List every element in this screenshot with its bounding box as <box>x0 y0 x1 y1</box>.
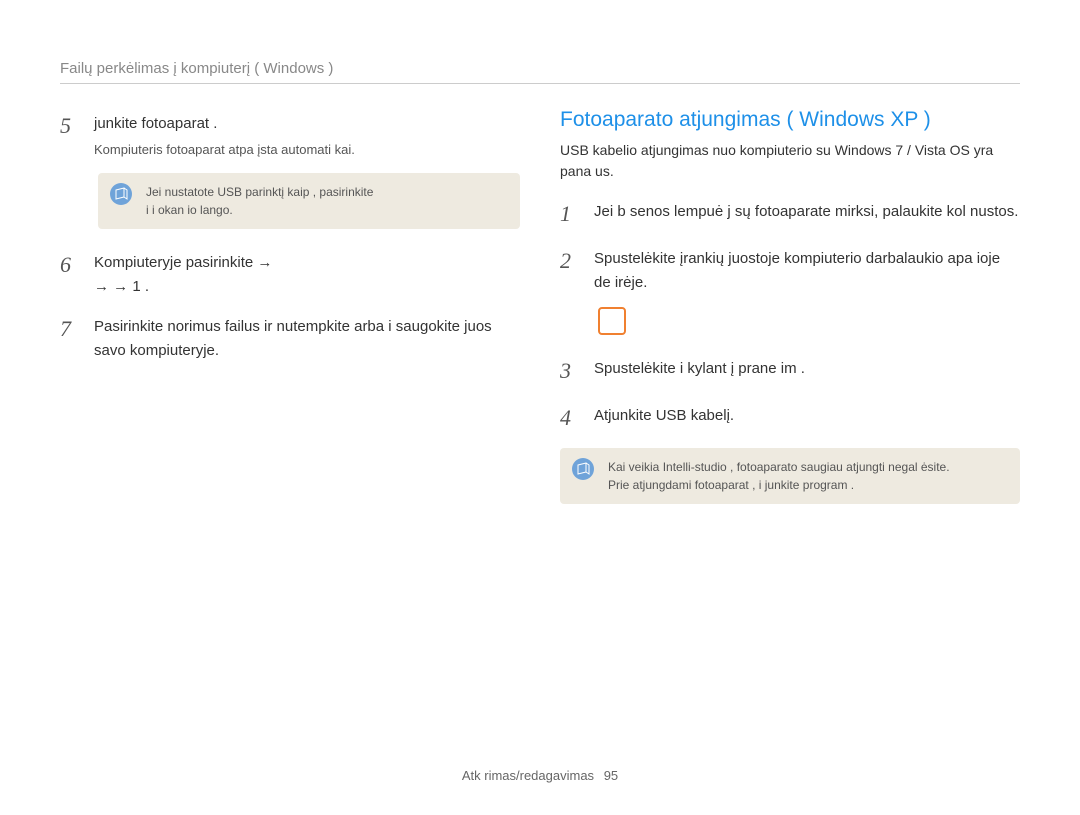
page-columns: 5 junkite fotoaparat . Kompiuteris fotoa… <box>60 108 1020 522</box>
step-number: 2 <box>560 243 582 295</box>
left-column: 5 junkite fotoaparat . Kompiuteris fotoa… <box>60 108 520 522</box>
step-7: 7 Pasirinkite norimus failus ir nutempki… <box>60 311 520 363</box>
page-number: 95 <box>604 768 618 783</box>
eject-device-icon <box>598 307 626 335</box>
step-number: 3 <box>560 353 582 388</box>
step-5: 5 junkite fotoaparat . Kompiuteris fotoa… <box>60 108 520 161</box>
step-4: 4 Atjunkite USB kabelį. <box>560 400 1020 435</box>
footer-label: Atk rimas/redagavimas <box>462 768 594 783</box>
page-footer: Atk rimas/redagavimas 95 <box>0 768 1080 783</box>
step-body: Spustelėkite i kylant į prane im . <box>594 353 1020 388</box>
step-body: Spustelėkite įrankių juostoje kompiuteri… <box>594 243 1020 295</box>
step-body: Atjunkite USB kabelį. <box>594 400 1020 435</box>
step-number: 1 <box>560 196 582 231</box>
note-intelli-studio: Kai veikia Intelli-studio , fotoaparato … <box>560 448 1020 504</box>
right-column: Fotoaparato atjungimas ( Windows XP ) US… <box>560 108 1020 522</box>
step-number: 4 <box>560 400 582 435</box>
step-1: 1 Jei b senos lempuė j sų fotoaparate mi… <box>560 196 1020 231</box>
step-title: junkite fotoaparat . <box>94 112 520 136</box>
step-6: 6 Kompiuteryje pasirinkite → → → 1 . <box>60 247 520 299</box>
step-body: Kompiuteryje pasirinkite → → → 1 . <box>94 247 520 299</box>
note-icon <box>110 183 132 205</box>
step-3: 3 Spustelėkite i kylant į prane im . <box>560 353 1020 388</box>
step-subtext: Kompiuteris fotoaparat atpa įsta automat… <box>94 140 520 161</box>
step-body: junkite fotoaparat . Kompiuteris fotoapa… <box>94 108 520 161</box>
note-text: Jei nustatote USB parinktį kaip , pasiri… <box>146 185 373 217</box>
section-title: Fotoaparato atjungimas ( Windows XP ) <box>560 108 1020 132</box>
section-subtext: USB kabelio atjungimas nuo kompiuterio s… <box>560 140 1020 182</box>
note-usb-setting: Jei nustatote USB parinktį kaip , pasiri… <box>98 173 520 229</box>
breadcrumb: Failų perkėlimas į kompiuterį ( Windows … <box>60 60 1020 84</box>
note-text: Kai veikia Intelli-studio , fotoaparato … <box>608 460 950 492</box>
step-body: Jei b senos lempuė j sų fotoaparate mirk… <box>594 196 1020 231</box>
step-number: 7 <box>60 311 82 363</box>
step-number: 5 <box>60 108 82 161</box>
step-body: Pasirinkite norimus failus ir nutempkite… <box>94 311 520 363</box>
step-number: 6 <box>60 247 82 299</box>
step-2: 2 Spustelėkite įrankių juostoje kompiute… <box>560 243 1020 295</box>
note-icon <box>572 458 594 480</box>
